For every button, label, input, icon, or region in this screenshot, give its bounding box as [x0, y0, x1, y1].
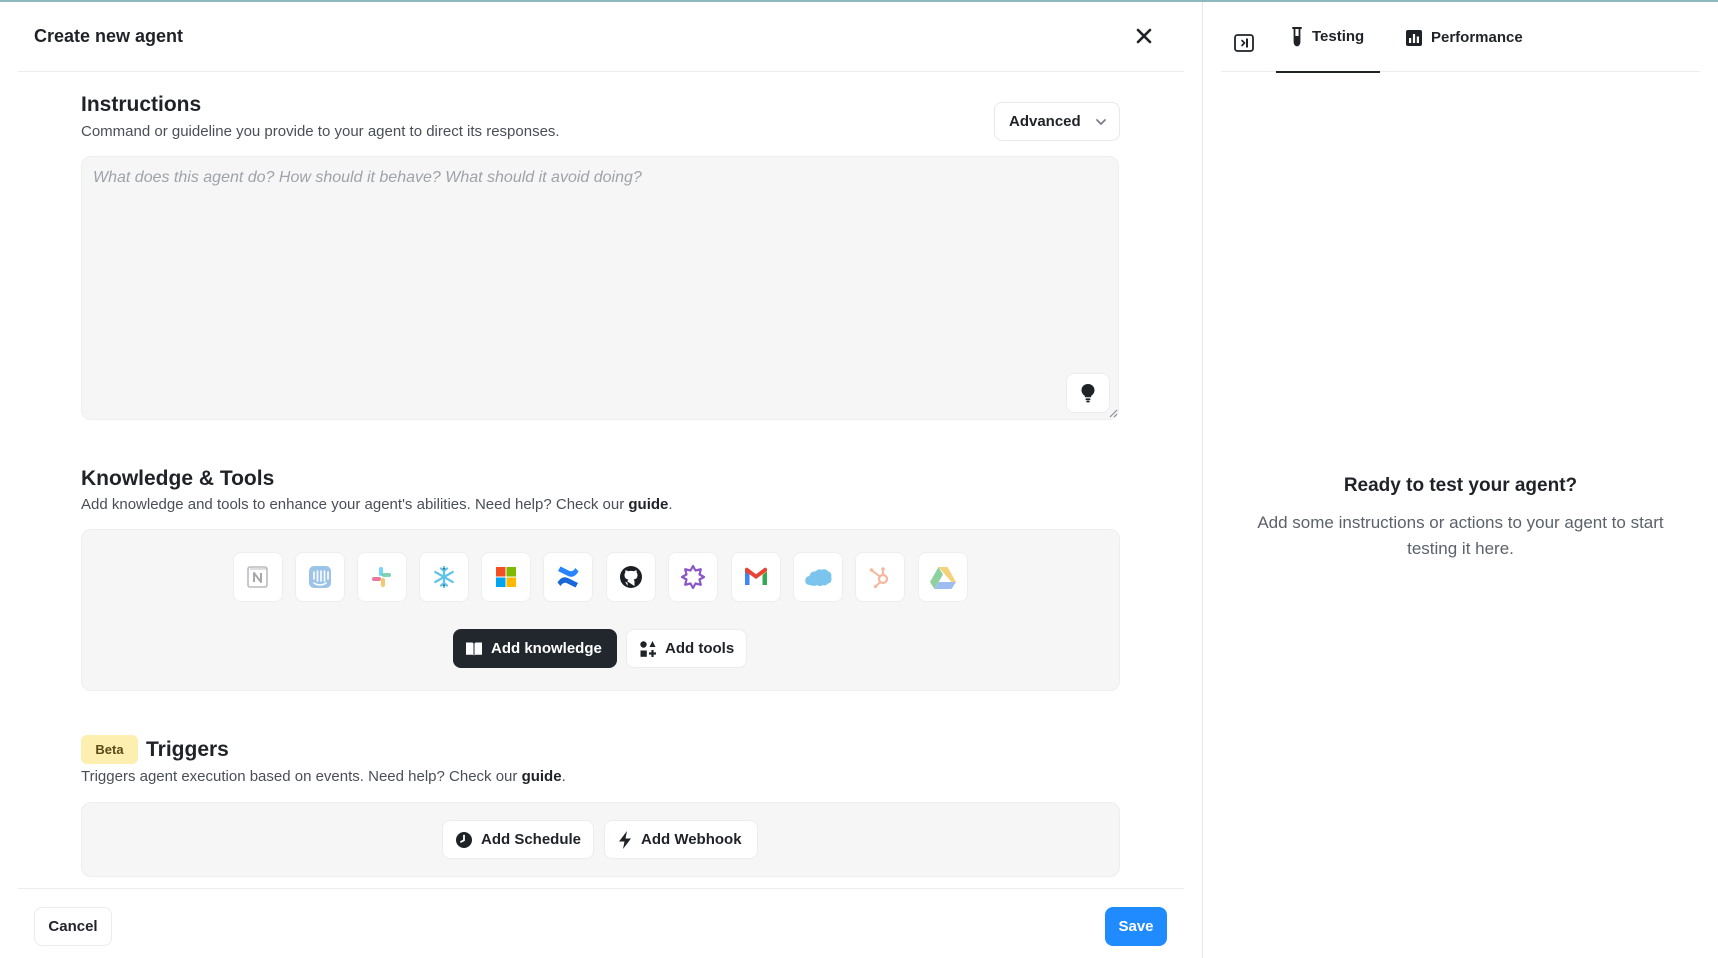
salesforce-icon: [805, 569, 832, 587]
microsoft-icon: [496, 567, 516, 587]
cancel-button[interactable]: Cancel: [34, 907, 112, 946]
lightbulb-icon: [1081, 384, 1095, 403]
add-schedule-label: Add Schedule: [481, 831, 582, 848]
intercom-icon: [309, 566, 331, 588]
add-webhook-label: Add Webhook: [641, 831, 742, 848]
triggers-title: Triggers: [146, 738, 229, 761]
integration-slack[interactable]: [357, 552, 407, 602]
hubspot-icon: [869, 567, 889, 589]
resize-grip-icon[interactable]: [1108, 408, 1118, 418]
slack-icon: [372, 567, 391, 587]
beta-badge: Beta: [81, 735, 138, 764]
triggers-description: Triggers agent execution based on events…: [81, 768, 566, 785]
github-icon: [620, 566, 642, 588]
tab-testing-label: Testing: [1312, 28, 1365, 45]
knowledge-tools-description: Add knowledge and tools to enhance your …: [81, 496, 673, 513]
triggers-panel: [81, 802, 1120, 877]
bar-chart-icon: [1406, 29, 1422, 46]
triggers-guide-link[interactable]: guide: [522, 768, 562, 785]
instructions-textarea[interactable]: [82, 157, 1118, 419]
advanced-mode-dropdown[interactable]: Advanced: [994, 102, 1120, 141]
notion-icon: [247, 566, 268, 588]
integration-salesforce[interactable]: [793, 552, 843, 602]
integration-microsoft[interactable]: [481, 552, 531, 602]
google-drive-icon: [930, 567, 956, 589]
integration-github[interactable]: [606, 552, 656, 602]
knowledge-tools-description-end: .: [668, 496, 673, 513]
instructions-description: Command or guideline you provide to your…: [81, 123, 560, 140]
add-tools-label: Add tools: [665, 640, 735, 657]
add-schedule-button[interactable]: Add Schedule: [442, 820, 594, 859]
snowflake-icon: [434, 565, 454, 589]
integration-zendesk[interactable]: [668, 552, 718, 602]
add-webhook-button[interactable]: Add Webhook: [604, 820, 758, 859]
instructions-box: [81, 156, 1119, 420]
save-button[interactable]: Save: [1105, 907, 1167, 946]
instructions-title: Instructions: [81, 93, 202, 116]
integration-google-drive[interactable]: [918, 552, 968, 602]
footer-divider: [18, 888, 1184, 889]
empty-state-description: Add some instructions or actions to your…: [1257, 513, 1664, 558]
tools-grid-icon: [640, 640, 656, 657]
gmail-icon: [745, 567, 767, 585]
triggers-description-end: .: [561, 768, 566, 785]
integration-hubspot[interactable]: [855, 552, 905, 602]
add-tools-button[interactable]: Add tools: [626, 629, 747, 668]
tab-testing[interactable]: Testing: [1276, 2, 1380, 73]
collapse-panel-button[interactable]: [1233, 32, 1255, 54]
sidebar-toggle-icon: [1234, 34, 1254, 52]
integration-notion[interactable]: [233, 552, 283, 602]
dialog-title: Create new agent: [34, 26, 184, 46]
suggestion-button[interactable]: [1066, 373, 1110, 413]
testing-side-panel: Testing Performance Ready to test your a…: [1203, 2, 1718, 958]
close-button[interactable]: [1130, 22, 1158, 50]
tab-performance[interactable]: Performance: [1403, 2, 1533, 73]
knowledge-tools-description-text: Add knowledge and tools to enhance your …: [81, 496, 629, 513]
flask-icon: [1292, 26, 1302, 46]
knowledge-guide-link[interactable]: guide: [628, 496, 668, 513]
add-knowledge-button[interactable]: Add knowledge: [453, 629, 617, 668]
book-open-icon: [466, 642, 482, 656]
integration-intercom[interactable]: [295, 552, 345, 602]
integration-confluence[interactable]: [543, 552, 593, 602]
empty-state-title: Ready to test your agent?: [1343, 475, 1578, 496]
integration-gmail[interactable]: [731, 552, 781, 602]
triggers-description-text: Triggers agent execution based on events…: [81, 768, 522, 785]
chevron-down-icon: [1096, 119, 1106, 125]
clock-icon: [456, 831, 472, 848]
lightning-icon: [619, 830, 631, 849]
integration-snowflake[interactable]: [419, 552, 469, 602]
create-agent-form: Create new agent Instructions Command or…: [0, 2, 1202, 958]
knowledge-tools-title: Knowledge & Tools: [81, 467, 275, 490]
advanced-mode-label: Advanced: [1009, 113, 1081, 130]
zendesk-icon: [680, 564, 706, 590]
dialog-header: Create new agent: [18, 2, 1184, 72]
close-icon: [1136, 28, 1152, 44]
add-knowledge-label: Add knowledge: [491, 640, 602, 657]
confluence-icon: [557, 566, 579, 588]
tab-performance-label: Performance: [1431, 29, 1523, 46]
